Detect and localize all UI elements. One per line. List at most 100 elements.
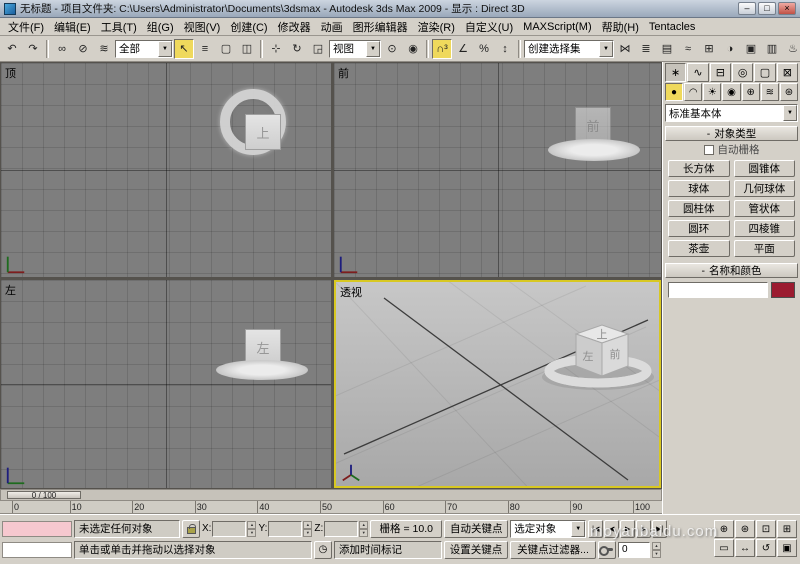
tab-motion[interactable]: ◎ bbox=[731, 63, 754, 82]
object-type-button[interactable]: 圆柱体 bbox=[668, 200, 730, 217]
maxscript-mini-listener-macro[interactable] bbox=[2, 520, 72, 537]
menu-item[interactable]: MAXScript(M) bbox=[518, 19, 596, 35]
torus-object[interactable] bbox=[216, 360, 308, 380]
viewport-label[interactable]: 左 bbox=[5, 282, 16, 298]
menu-item[interactable]: 视图(V) bbox=[179, 17, 226, 37]
object-category-dropdown[interactable]: 标准基本体 ▼ bbox=[665, 104, 798, 122]
object-name-input[interactable] bbox=[668, 282, 768, 298]
menu-item[interactable]: 工具(T) bbox=[96, 17, 142, 37]
viewport-left[interactable]: 左 左 bbox=[1, 280, 331, 488]
time-slider-track[interactable]: 0 / 100 bbox=[0, 489, 662, 501]
box-object[interactable]: 上 bbox=[245, 114, 281, 150]
menu-item[interactable]: 修改器 bbox=[273, 17, 316, 37]
curve-editor-icon[interactable]: ≈ bbox=[678, 39, 698, 59]
select-manipulate-icon[interactable]: ◉ bbox=[403, 39, 423, 59]
menu-item[interactable]: 动画 bbox=[316, 17, 348, 37]
move-icon[interactable]: ⊹ bbox=[266, 39, 286, 59]
mirror-icon[interactable]: ⋈ bbox=[615, 39, 635, 59]
object-type-button[interactable]: 圆锥体 bbox=[733, 160, 795, 177]
maximize-button[interactable]: □ bbox=[758, 2, 776, 15]
object-type-button[interactable]: 长方体 bbox=[668, 160, 730, 177]
menu-item[interactable]: 自定义(U) bbox=[460, 17, 518, 37]
lights-icon[interactable]: ☀ bbox=[703, 83, 722, 101]
zoom-extents-icon[interactable]: ⊡ bbox=[756, 520, 776, 538]
z-spinner[interactable]: ▲ ▼ bbox=[359, 520, 369, 537]
chevron-down-icon[interactable]: ▼ bbox=[599, 40, 613, 57]
helpers-icon[interactable]: ⊕ bbox=[741, 83, 760, 101]
auto-key-button[interactable]: 自动关键点 bbox=[444, 519, 509, 538]
unlink-selection-icon[interactable]: ⊘ bbox=[73, 39, 93, 59]
field-of-view-icon[interactable]: ▭ bbox=[714, 539, 734, 557]
rotate-icon[interactable]: ↻ bbox=[287, 39, 307, 59]
zoom-extents-all-icon[interactable]: ⊞ bbox=[777, 520, 797, 538]
tab-create[interactable]: ∗ bbox=[665, 63, 687, 82]
cameras-icon[interactable]: ◉ bbox=[722, 83, 741, 101]
spinner-snap-icon[interactable]: ↕ bbox=[495, 39, 515, 59]
material-editor-icon[interactable]: ◑ bbox=[720, 39, 740, 59]
shapes-icon[interactable]: ◠ bbox=[684, 83, 703, 101]
name-color-rollout[interactable]: - 名称和颜色 bbox=[665, 263, 798, 278]
z-coordinate-field[interactable] bbox=[324, 520, 359, 537]
bind-to-spacewarp-icon[interactable]: ≋ bbox=[94, 39, 114, 59]
autogrid-checkbox[interactable] bbox=[703, 144, 714, 155]
add-time-tag[interactable]: 添加时间标记 bbox=[334, 540, 442, 559]
viewport-perspective[interactable]: 透视 上 左 前 bbox=[334, 280, 661, 488]
render-frame-icon[interactable]: ▥ bbox=[762, 39, 782, 59]
menu-item[interactable]: 组(G) bbox=[142, 17, 179, 37]
geometry-icon[interactable]: ● bbox=[665, 83, 684, 101]
menu-item[interactable]: 文件(F) bbox=[3, 17, 49, 37]
set-key-button[interactable]: 设置关键点 bbox=[444, 540, 508, 559]
object-type-button[interactable]: 管状体 bbox=[733, 200, 795, 217]
time-tag-button[interactable]: ◷ bbox=[314, 540, 332, 559]
viewport-top[interactable]: 顶 上 bbox=[1, 63, 331, 277]
viewport-front[interactable]: 前 前 bbox=[334, 63, 661, 277]
reference-coordinate-dropdown[interactable]: 视图 ▼ bbox=[329, 39, 381, 58]
y-spinner[interactable]: ▲ ▼ bbox=[303, 520, 313, 537]
tab-utilities[interactable]: ⊠ bbox=[776, 63, 798, 82]
tab-hierarchy[interactable]: ⊟ bbox=[709, 63, 731, 82]
chevron-down-icon[interactable]: ▼ bbox=[366, 40, 380, 57]
viewport-label[interactable]: 顶 bbox=[5, 65, 16, 81]
redo-icon[interactable]: ↷ bbox=[23, 39, 43, 59]
menu-item[interactable]: 创建(C) bbox=[225, 17, 272, 37]
x-coordinate-field[interactable] bbox=[212, 520, 247, 537]
chevron-down-icon[interactable]: ▼ bbox=[158, 40, 172, 57]
viewport-label[interactable]: 透视 bbox=[340, 284, 362, 300]
render-setup-icon[interactable]: ▣ bbox=[741, 39, 761, 59]
tab-display[interactable]: ▢ bbox=[754, 63, 776, 82]
zoom-all-icon[interactable]: ⊛ bbox=[735, 520, 755, 538]
menu-item[interactable]: 渲染(R) bbox=[413, 17, 460, 37]
select-and-link-icon[interactable]: ∞ bbox=[52, 39, 72, 59]
undo-icon[interactable]: ↶ bbox=[2, 39, 22, 59]
x-spinner[interactable]: ▲ ▼ bbox=[247, 520, 257, 537]
select-by-name-icon[interactable]: ≡ bbox=[195, 39, 215, 59]
viewport-label[interactable]: 前 bbox=[338, 65, 349, 81]
key-filters-button[interactable]: 关键点过滤器... bbox=[510, 540, 596, 559]
object-type-rollout[interactable]: - 对象类型 bbox=[665, 126, 798, 141]
maxscript-mini-listener-script[interactable] bbox=[2, 541, 72, 558]
key-mode-dropdown[interactable]: 选定对象 ▼ bbox=[510, 519, 587, 538]
window-crossing-icon[interactable]: ◫ bbox=[237, 39, 257, 59]
object-type-button[interactable]: 球体 bbox=[668, 180, 730, 197]
select-object-icon[interactable]: ↖ bbox=[174, 38, 194, 59]
quick-render-icon[interactable]: ♨ bbox=[783, 39, 800, 59]
selection-region-icon[interactable]: ▢ bbox=[216, 39, 236, 59]
object-type-button[interactable]: 茶壶 bbox=[668, 240, 730, 257]
menu-item[interactable]: 编辑(E) bbox=[49, 17, 96, 37]
use-center-icon[interactable]: ⊙ bbox=[382, 39, 402, 59]
menu-item[interactable]: 帮助(H) bbox=[597, 17, 644, 37]
object-type-button[interactable]: 圆环 bbox=[668, 220, 730, 237]
close-button[interactable]: × bbox=[778, 2, 796, 15]
angle-snap-icon[interactable]: ∠ bbox=[453, 39, 473, 59]
pan-icon[interactable]: ↔ bbox=[735, 539, 755, 557]
snaps-toggle-icon[interactable]: ∩³ bbox=[432, 38, 452, 59]
named-selection-sets-dropdown[interactable]: 创建选择集 ▼ bbox=[524, 39, 614, 58]
align-icon[interactable]: ≣ bbox=[636, 39, 656, 59]
arc-rotate-icon[interactable]: ↺ bbox=[756, 539, 776, 557]
spacewarps-icon[interactable]: ≋ bbox=[760, 83, 779, 101]
menu-item[interactable]: Tentacles bbox=[644, 19, 700, 35]
frame-spinner[interactable]: ▲ ▼ bbox=[652, 541, 661, 558]
object-color-swatch[interactable] bbox=[771, 282, 795, 298]
maximize-viewport-icon[interactable]: ▣ bbox=[777, 539, 797, 557]
percent-snap-icon[interactable]: % bbox=[474, 39, 494, 59]
